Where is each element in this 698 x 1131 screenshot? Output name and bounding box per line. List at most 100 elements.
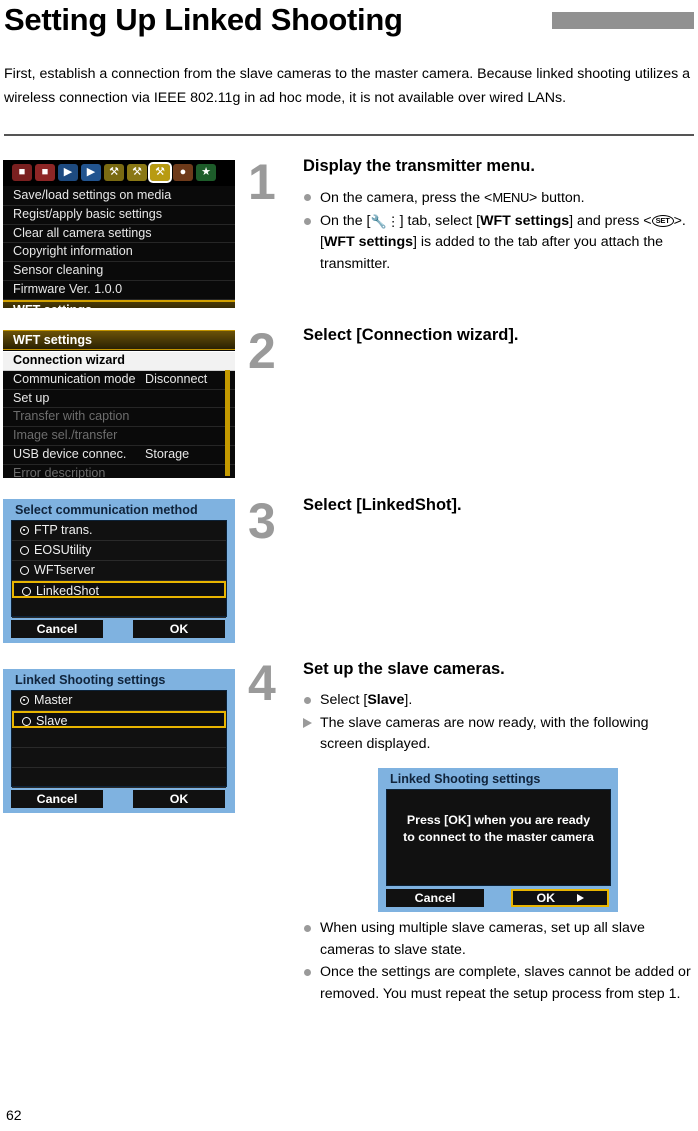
list-item: On the [🔧⋮] tab, select [WFT settings] a… bbox=[303, 211, 695, 276]
bullet-dot-icon bbox=[304, 969, 311, 976]
menu-button-glyph: MENU bbox=[492, 190, 529, 205]
empty-option-row bbox=[12, 768, 226, 788]
list-item: The slave cameras are now ready, with th… bbox=[303, 713, 695, 756]
menu-item[interactable]: Firmware Ver. 1.0.0 bbox=[3, 281, 235, 300]
radio-button-icon[interactable] bbox=[20, 696, 29, 705]
menu-item-label: WFT settings bbox=[13, 303, 92, 308]
radio-button-icon[interactable] bbox=[22, 587, 31, 596]
radio-option-label: EOSUtility bbox=[34, 543, 92, 557]
set-button-glyph: SET bbox=[651, 214, 674, 227]
s1-b1-pre: On the camera, press the < bbox=[320, 190, 493, 206]
arrow-right-icon bbox=[576, 894, 584, 902]
menu-item[interactable]: Copyright information bbox=[3, 243, 235, 263]
scrollbar-thumb[interactable] bbox=[225, 352, 230, 370]
menu-tab-setup-tab-3[interactable]: ⚒ bbox=[148, 162, 172, 183]
menu-item[interactable]: Communication mode Disconnect bbox=[3, 371, 235, 390]
menu-tab-playback-tab-2[interactable]: ▶ bbox=[81, 164, 101, 181]
bullet-dot-icon bbox=[304, 925, 311, 932]
menu-item-value: Storage bbox=[145, 446, 190, 461]
menu-item-label: Regist/apply basic settings bbox=[13, 206, 163, 221]
s4-b1-pre: Select [ bbox=[320, 692, 368, 708]
slave-ready-message-line-1: Press [OK] when you are ready bbox=[406, 813, 591, 827]
menu-item-label: Connection wizard bbox=[13, 353, 125, 367]
menu-item[interactable]: Save/load settings on media bbox=[3, 187, 235, 206]
ok-button[interactable]: OK bbox=[133, 620, 225, 638]
result-arrow-icon bbox=[303, 717, 312, 728]
radio-option-label: WFTserver bbox=[34, 563, 95, 577]
scrollbar-track[interactable] bbox=[225, 352, 230, 476]
menu-tab-playback-tab-1[interactable]: ▶ bbox=[58, 164, 78, 181]
setup-tab-icon: 🔧⋮ bbox=[370, 213, 400, 229]
s1-b2-bold2: WFT settings bbox=[323, 234, 414, 250]
menu-item[interactable]: Clear all camera settings bbox=[3, 225, 235, 244]
menu-item[interactable]: Regist/apply basic settings bbox=[3, 206, 235, 225]
step-number-1: 1 bbox=[248, 154, 276, 210]
menu-tab-shooting-tab-1[interactable]: ■ bbox=[12, 164, 32, 181]
cancel-button[interactable]: Cancel bbox=[386, 889, 484, 907]
menu-item[interactable]: Connection wizard bbox=[3, 351, 235, 371]
radio-option[interactable]: FTP trans. bbox=[12, 521, 226, 541]
camera-screen-comm-method[interactable]: Select communication method FTP trans. EO… bbox=[3, 499, 235, 643]
bullet-dot-icon bbox=[304, 697, 311, 704]
camera-screen-wft-settings[interactable]: WFT settings Connection wizard Communicat… bbox=[3, 330, 235, 478]
page-title: Setting Up Linked Shooting bbox=[4, 2, 403, 37]
list-item: When using multiple slave cameras, set u… bbox=[303, 918, 695, 961]
menu-item[interactable]: Sensor cleaning bbox=[3, 262, 235, 281]
menu-tab-setup-tab-1[interactable]: ⚒ bbox=[104, 164, 124, 181]
slave-ready-title: Linked Shooting settings bbox=[390, 772, 541, 786]
menu-item[interactable]: WFT settings bbox=[3, 299, 235, 308]
menu-tab-setup-tab-2[interactable]: ⚒ bbox=[127, 164, 147, 181]
menu-item[interactable]: Error description bbox=[3, 465, 235, 478]
radio-option[interactable]: Master bbox=[12, 691, 226, 711]
menu-item-label: Transfer with caption bbox=[13, 409, 130, 424]
list-item: Once the settings are complete, slaves c… bbox=[303, 962, 695, 1005]
empty-option-row bbox=[12, 748, 226, 768]
camera-screen-setup-menu[interactable]: ■ ■ ▶ ▶ ⚒ ⚒ ⚒ ● ★ Save/load settings on media Reg… bbox=[3, 160, 235, 308]
radio-option[interactable]: Slave bbox=[12, 711, 226, 728]
s1-b1-post: > button. bbox=[529, 190, 585, 206]
radio-button-icon[interactable] bbox=[20, 546, 29, 555]
radio-option-label: FTP trans. bbox=[34, 523, 93, 537]
radio-option[interactable]: LinkedShot bbox=[12, 581, 226, 598]
intro-paragraph: First, establish a connection from the s… bbox=[4, 66, 691, 106]
linked-shooting-options[interactable]: Master Slave bbox=[11, 690, 227, 788]
menu-item[interactable]: USB device connec. Storage bbox=[3, 446, 235, 465]
radio-option[interactable]: WFTserver bbox=[12, 561, 226, 581]
menu-tab-my-menu-tab[interactable]: ★ bbox=[196, 164, 216, 181]
camera-screen-slave-ready[interactable]: Linked Shooting settings Press [OK] when… bbox=[378, 768, 618, 912]
cancel-button[interactable]: Cancel bbox=[11, 620, 103, 638]
s1-b2-bold1: WFT settings bbox=[480, 212, 570, 229]
s4-b1-post: ]. bbox=[404, 692, 413, 708]
menu-item-label: Copyright information bbox=[13, 244, 133, 259]
empty-option-row bbox=[12, 598, 226, 618]
header-divider bbox=[4, 134, 694, 136]
slave-ready-message-box: Press [OK] when you are ready to connect… bbox=[386, 789, 611, 886]
menu-item[interactable]: Image sel./transfer bbox=[3, 427, 235, 446]
comm-method-options[interactable]: FTP trans. EOSUtility WFTserver LinkedShot bbox=[11, 520, 227, 618]
empty-option-row bbox=[12, 728, 226, 748]
menu-item-label: Save/load settings on media bbox=[13, 188, 172, 202]
menu-item-label: Error description bbox=[13, 465, 106, 478]
s4-b3: When using multiple slave cameras, set u… bbox=[320, 920, 645, 958]
menu-item[interactable]: Set up bbox=[3, 390, 235, 409]
ok-button[interactable]: OK bbox=[133, 790, 225, 808]
radio-option-label: Slave bbox=[36, 714, 68, 728]
bullet-dot-icon bbox=[304, 217, 311, 225]
menu-tab-shooting-tab-2[interactable]: ■ bbox=[35, 164, 55, 181]
camera-screen-linked-shooting-settings[interactable]: Linked Shooting settings Master Slave Can… bbox=[3, 669, 235, 813]
ok-button[interactable]: OK bbox=[511, 889, 609, 907]
radio-button-icon[interactable] bbox=[22, 717, 31, 726]
menu-item-label: Set up bbox=[13, 390, 50, 405]
step-number-3: 3 bbox=[248, 493, 276, 549]
menu-item-label: Firmware Ver. 1.0.0 bbox=[13, 281, 123, 296]
menu-tab-custom-functions-tab[interactable]: ● bbox=[173, 164, 193, 181]
slave-ready-message-line-2: to connect to the master camera bbox=[403, 830, 594, 844]
menu-tab-strip[interactable]: ■ ■ ▶ ▶ ⚒ ⚒ ⚒ ● ★ bbox=[3, 160, 235, 186]
s1-b2-pre: On the [ bbox=[320, 212, 371, 229]
menu-item[interactable]: Transfer with caption bbox=[3, 408, 235, 428]
cancel-button[interactable]: Cancel bbox=[11, 790, 103, 808]
radio-button-icon[interactable] bbox=[20, 566, 29, 575]
step-heading-2: Select [Connection wizard]. bbox=[303, 326, 519, 344]
radio-button-icon[interactable] bbox=[20, 526, 29, 535]
radio-option[interactable]: EOSUtility bbox=[12, 541, 226, 561]
